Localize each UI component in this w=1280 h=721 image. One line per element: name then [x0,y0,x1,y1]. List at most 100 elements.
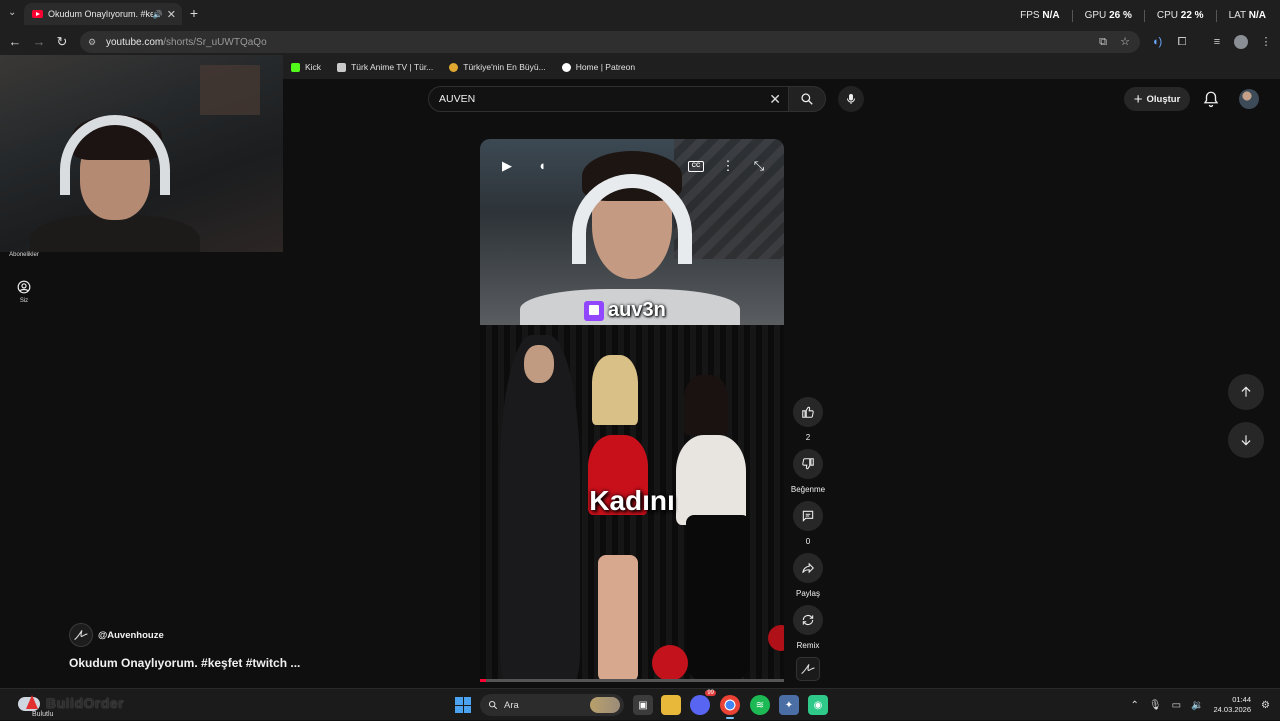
figure-woman-legs [598,555,638,682]
perf-divider [1215,10,1217,22]
like-count: 2 [805,433,811,442]
channel-avatar[interactable] [69,623,93,647]
chrome-icon[interactable] [720,695,740,719]
youtube-favicon-icon [32,10,43,18]
tray-network-icon[interactable]: ▭ [1172,700,1181,711]
nav-subscriptions[interactable]: Abonelikler [0,252,48,258]
windows-start-icon[interactable] [455,697,471,713]
search-input[interactable]: AUVEN ✕ [428,86,792,112]
url-path: /shorts/Sr_uUWTQaQo [163,36,267,48]
bookmark-turk-anime[interactable]: Türk Anime TV | Tür... [337,62,433,72]
webcam-overlay [0,55,283,252]
file-explorer-icon[interactable] [661,695,681,715]
dislike-button[interactable]: Beğenme [791,449,825,494]
bookmark-label: Türkiye'nin En Büyü... [463,62,546,72]
arrow-up-icon [1241,386,1251,397]
like-button[interactable]: 2 [791,397,825,442]
nav-you[interactable]: Siz [0,280,48,304]
reload-icon[interactable]: ↻ [53,33,71,51]
video-caption: Kadını [589,485,675,516]
browser-tab-youtube[interactable]: Okudum Onaylıyorum. #keş 🔊 ✕ [24,3,182,25]
remix-icon [802,615,814,625]
bookmark-label: Türk Anime TV | Tür... [351,62,434,72]
address-bar[interactable]: ⚙ youtube.com/shorts/Sr_uUWTQaQo ⧉ ☆ [80,31,1140,53]
video-progress-fill [480,679,487,682]
tray-mic-icon[interactable]: 🎙 [1149,700,1162,711]
search-icon [488,700,498,710]
tab-search-chevron-icon[interactable]: ⌄ [8,7,16,18]
system-clock[interactable]: 01:44 24.03.2026 [1213,695,1251,715]
fps-value: N/A [1042,10,1060,21]
bookmarks-bar: Kick Türk Anime TV | Tür... Türkiye'nin … [283,55,1280,79]
bookmark-patreon[interactable]: Home | Patreon [561,62,635,72]
figure-man-face [524,345,554,383]
more-options-icon[interactable]: ⋮ [719,159,737,173]
video-progress-bar[interactable] [480,679,784,682]
volume-icon[interactable]: ◖ [533,159,551,173]
thumbs-down-icon [802,458,814,470]
extensions-puzzle-icon[interactable]: ⧠ [1175,35,1189,49]
weather-widget[interactable]: BuildOrder Bulutlu [14,695,164,719]
spotify-icon[interactable]: ≋ [750,695,770,715]
next-short-button[interactable] [1228,422,1264,458]
task-view-icon[interactable]: ▣ [633,695,653,715]
figure-woman-black-skirt [686,515,750,682]
extension-sound-icon[interactable]: ◖) [1150,35,1164,49]
previous-short-button[interactable] [1228,374,1264,410]
remix-button[interactable]: Remix [791,605,825,650]
video-title[interactable]: Okudum Onaylıyorum. #keşfet #twitch ... [69,656,300,670]
perf-divider [1143,10,1145,22]
browser-menu-icon[interactable]: ⋮ [1259,35,1273,49]
create-button[interactable]: + Oluştur [1124,87,1190,111]
closed-captions-icon[interactable]: CC [688,161,704,172]
bookmark-kick[interactable]: Kick [291,62,321,72]
voice-search-button[interactable] [838,86,864,112]
channel-thumbnail[interactable] [796,657,820,681]
channel-handle[interactable]: @Auvenhouze [98,630,164,641]
back-arrow-icon[interactable]: ← [6,33,24,51]
share-label: Paylaş [795,589,820,598]
nav-subscriptions-label: Abonelikler [9,252,39,258]
wall-poster [200,65,260,115]
turk-anime-favicon-icon [337,62,347,72]
search-button[interactable] [788,86,826,112]
weather-condition: Bulutlu [32,711,54,718]
tab-close-icon[interactable]: ✕ [167,8,176,21]
comments-button[interactable]: 0 [791,501,825,546]
plus-icon: + [1133,90,1143,108]
profile-avatar-icon[interactable] [1234,35,1248,49]
lat-value: N/A [1248,10,1266,21]
bookmark-star-icon[interactable]: ☆ [1118,35,1132,49]
new-tab-button[interactable]: + [186,6,202,22]
microphone-icon [847,94,855,104]
media-control-icon[interactable]: ≡ [1210,35,1224,49]
search-query: AUVEN [439,93,476,105]
fullscreen-icon[interactable]: ⤡ [750,159,768,173]
install-app-icon[interactable]: ⧉ [1096,35,1110,49]
site-info-icon[interactable]: ⚙ [88,37,100,47]
twitch-name-overlay: auv3n [584,299,666,322]
tray-overflow-chevron-icon[interactable]: ⌃ [1130,700,1138,711]
clock-date: 24.03.2026 [1213,705,1252,714]
share-button[interactable]: Paylaş [791,553,825,598]
create-label: Oluştur [1146,93,1181,105]
user-avatar[interactable] [1239,89,1259,109]
clear-search-icon[interactable]: ✕ [769,91,781,108]
shorts-video-player[interactable]: auv3n Kadını ▶ ◖ CC ⋮ ⤡ [480,139,784,682]
app-icon[interactable]: ✦ [779,695,799,715]
arrow-down-icon [1241,435,1251,446]
taskbar-search[interactable]: Ara [480,694,624,716]
notifications-icon[interactable]: ⚙ [1261,700,1270,711]
tray-volume-icon[interactable]: 🔉 [1191,700,1203,711]
app-green-icon[interactable]: ◉ [808,695,828,715]
play-icon[interactable]: ▶ [498,159,516,173]
discord-icon[interactable]: 99 [690,690,716,715]
notifications-bell-icon[interactable] [1202,90,1220,108]
kick-favicon-icon [291,62,300,72]
tab-audio-icon[interactable]: 🔊 [153,10,163,19]
gpu-value: 26 % [1109,10,1132,21]
forward-arrow-icon[interactable]: → [30,33,48,51]
bookmark-turkiye[interactable]: Türkiye'nin En Büyü... [449,62,546,72]
comment-icon [802,510,814,522]
url-host: youtube.com [106,36,164,48]
